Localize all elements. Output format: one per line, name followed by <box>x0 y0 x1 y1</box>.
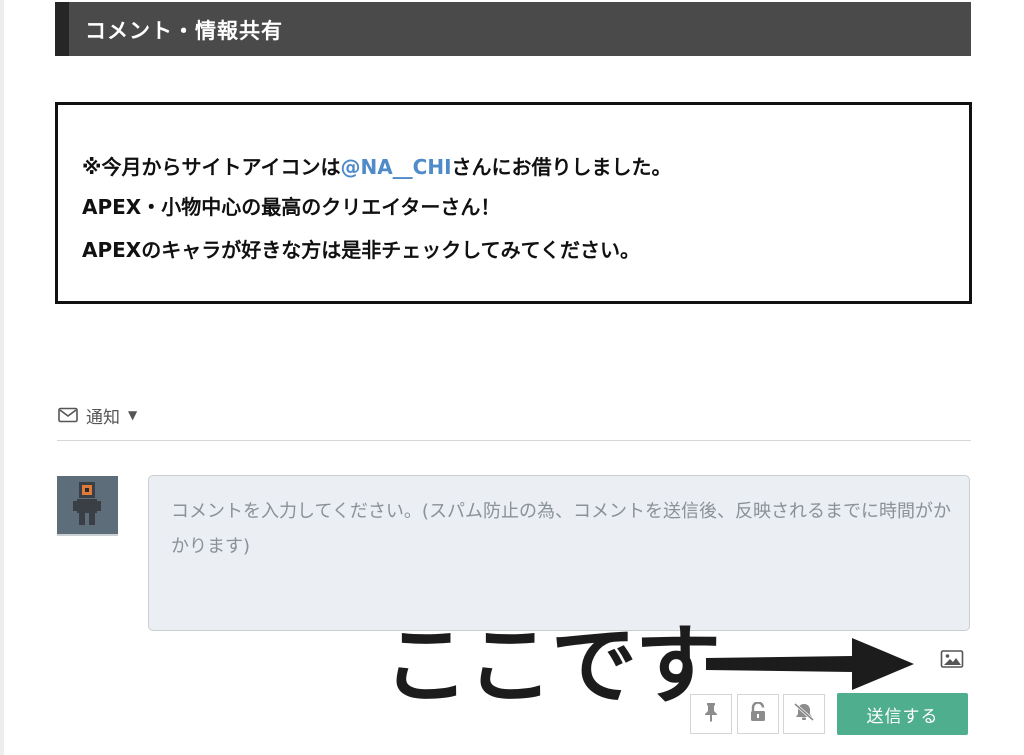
image-icon[interactable] <box>940 649 964 669</box>
section-header: コメント・情報共有 <box>55 2 971 56</box>
pin-icon <box>703 702 719 726</box>
comment-placeholder: コメントを入力してください。(スパム防止の為、コメントを送信後、反映されるまでに… <box>171 501 951 557</box>
comment-textarea[interactable]: コメントを入力してください。(スパム防止の為、コメントを送信後、反映されるまでに… <box>148 475 970 631</box>
avatar <box>57 476 118 536</box>
notice-line-3: APEXのキャラが好きな方は是非チェックしてみてください。 <box>82 238 641 262</box>
notice-line-1: ※今月からサイトアイコンは@NA__CHIさんにお借りしました。 <box>82 151 672 180</box>
page-left-border <box>0 0 4 755</box>
lock-button[interactable] <box>737 694 779 734</box>
notice-line-1-prefix: ※今月からサイトアイコンは <box>82 155 341 179</box>
submit-button[interactable]: 送信する <box>837 693 968 735</box>
notice-line-2: APEX・小物中心の最高のクリエイターさん！ <box>82 195 501 219</box>
notice-box: ※今月からサイトアイコンは@NA__CHIさんにお借りしました。 APEX・小物… <box>55 102 972 304</box>
mail-icon <box>58 407 78 423</box>
divider <box>57 440 971 441</box>
mute-button[interactable] <box>783 694 825 734</box>
pin-button[interactable] <box>690 694 732 734</box>
bell-off-icon <box>793 702 815 726</box>
lock-icon <box>749 701 767 726</box>
annotation-text: ここです <box>383 616 721 716</box>
mention-link[interactable]: @NA__CHI <box>340 155 451 179</box>
notice-line-1-suffix: さんにお借りしました。 <box>451 155 672 179</box>
arrow-right-icon <box>706 638 914 690</box>
caret-down-icon: ▼ <box>128 408 138 422</box>
notify-label: 通知 <box>86 407 120 428</box>
section-title: コメント・情報共有 <box>85 19 283 43</box>
notify-dropdown[interactable]: 通知 ▼ <box>58 403 138 428</box>
